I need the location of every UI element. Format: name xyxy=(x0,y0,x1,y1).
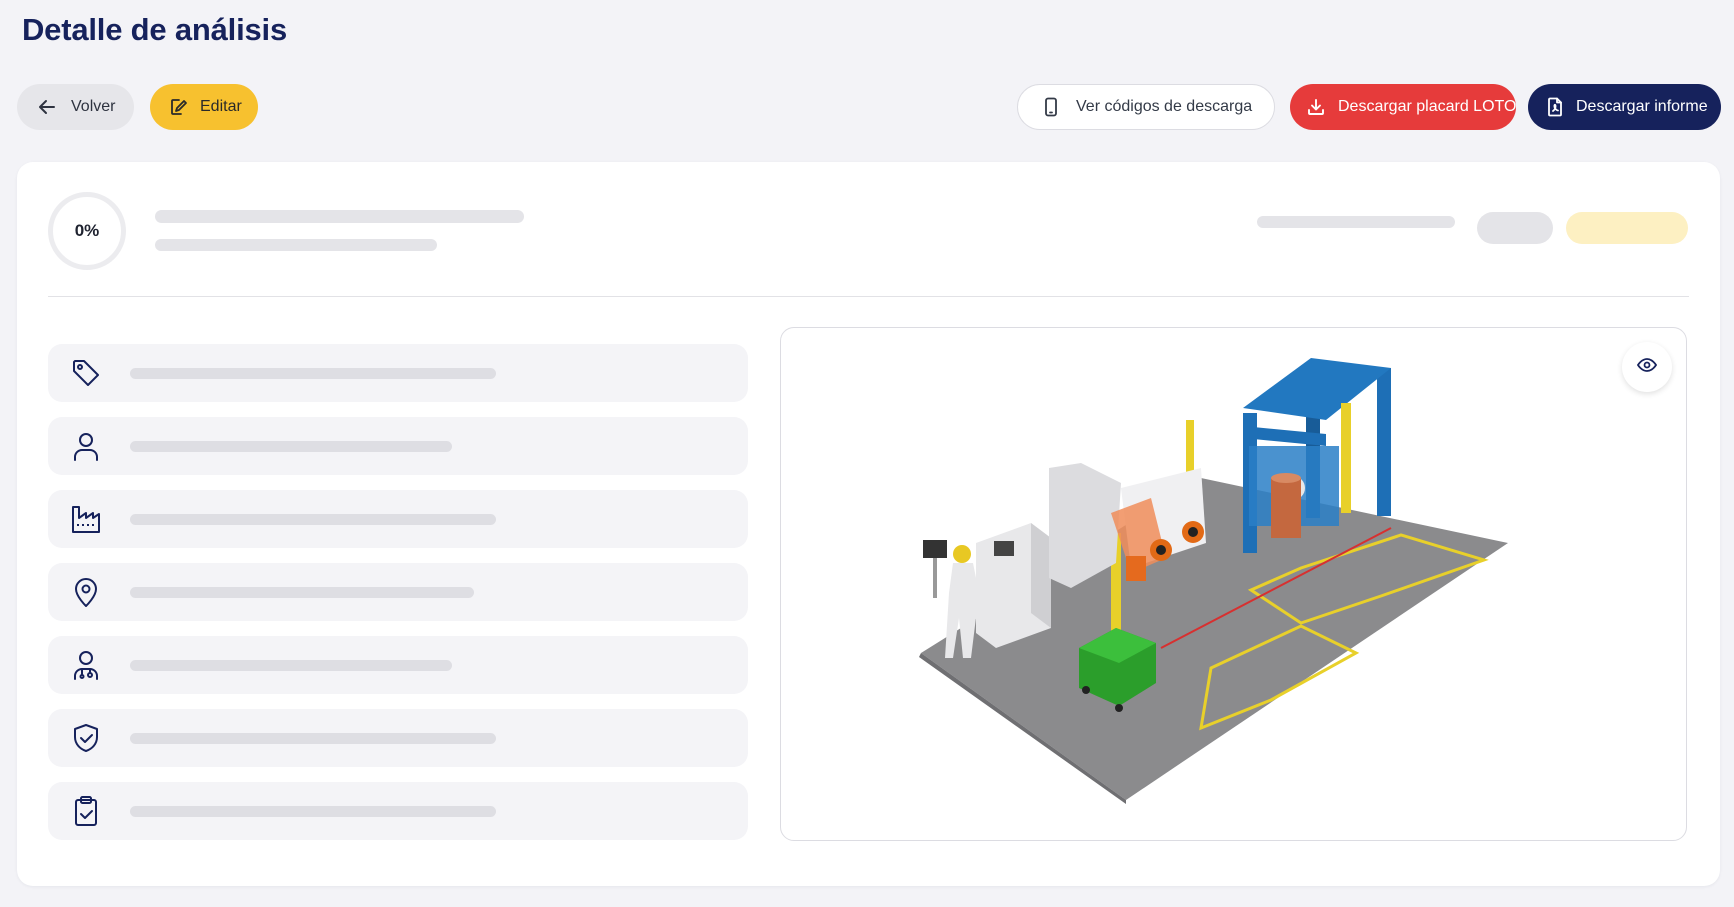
clipboard-check-icon xyxy=(70,795,102,827)
tag-icon xyxy=(70,357,102,389)
info-row-factory xyxy=(48,490,748,548)
download-icon xyxy=(1306,97,1326,117)
info-row-placeholder xyxy=(130,441,452,452)
status-badge-placeholder xyxy=(1566,212,1688,244)
download-loto-label: Descargar placard LOTO xyxy=(1338,98,1517,115)
progress-value: 0% xyxy=(74,221,100,240)
card-divider xyxy=(48,296,1689,297)
info-row-location xyxy=(48,563,748,621)
user-icon xyxy=(70,430,102,462)
pdf-file-icon xyxy=(1546,97,1564,117)
machine-preview xyxy=(780,327,1687,841)
download-loto-button[interactable]: Descargar placard LOTO xyxy=(1290,84,1516,130)
arrow-left-icon xyxy=(37,97,57,117)
info-row-placeholder xyxy=(130,587,474,598)
info-row-placeholder xyxy=(130,733,496,744)
edit-button[interactable]: Editar xyxy=(150,84,258,130)
analysis-card: 0% xyxy=(17,162,1720,886)
edit-icon xyxy=(168,97,188,117)
back-button[interactable]: Volver xyxy=(17,84,134,130)
back-button-label: Volver xyxy=(71,98,116,115)
location-pin-icon xyxy=(70,576,102,608)
title-placeholder xyxy=(155,210,524,223)
info-row-placeholder xyxy=(130,806,496,817)
info-row-placeholder xyxy=(130,514,496,525)
eye-icon xyxy=(1636,357,1658,377)
view-button[interactable] xyxy=(1622,342,1672,392)
download-codes-button[interactable]: Ver códigos de descarga xyxy=(1017,84,1275,130)
worker-icon xyxy=(70,649,102,681)
download-report-label: Descargar informe xyxy=(1576,98,1708,115)
download-report-button[interactable]: Descargar informe xyxy=(1528,84,1721,130)
info-row-placeholder xyxy=(130,660,452,671)
factory-icon xyxy=(70,503,102,535)
machine-3d-image xyxy=(919,358,1508,804)
badge-placeholder xyxy=(1477,212,1553,244)
edit-button-label: Editar xyxy=(200,98,242,115)
info-row-placeholder xyxy=(130,368,496,379)
info-row-worker xyxy=(48,636,748,694)
info-row-clipboard xyxy=(48,782,748,840)
meta-placeholder xyxy=(1257,216,1455,228)
download-codes-label: Ver códigos de descarga xyxy=(1076,98,1253,115)
info-row-user xyxy=(48,417,748,475)
shield-check-icon xyxy=(70,722,102,754)
progress-ring: 0% xyxy=(48,192,126,270)
subtitle-placeholder xyxy=(155,239,437,251)
page-title: Detalle de análisis xyxy=(22,12,287,47)
mobile-phone-icon xyxy=(1042,97,1060,117)
info-row-shield xyxy=(48,709,748,767)
info-row-tag xyxy=(48,344,748,402)
